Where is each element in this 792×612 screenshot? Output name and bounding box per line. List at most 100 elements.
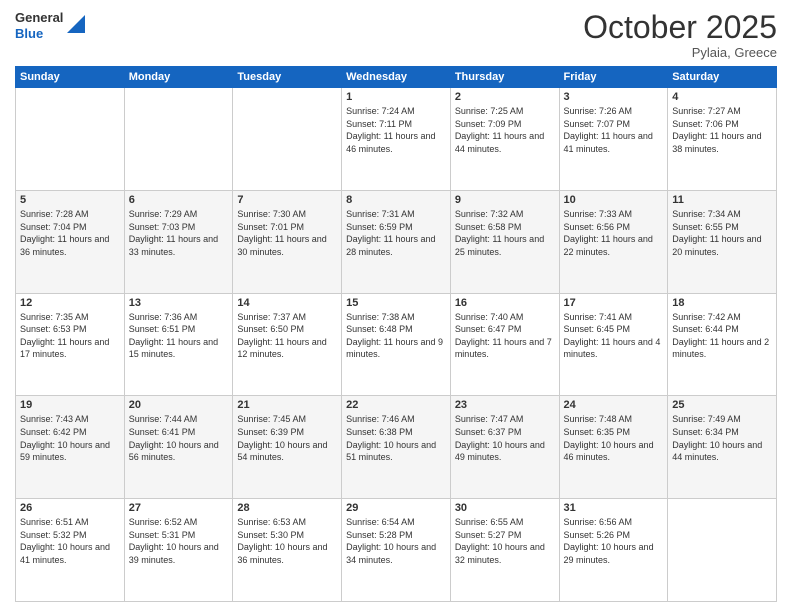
day-number: 31 <box>564 502 664 514</box>
day-cell: 12Sunrise: 7:35 AM Sunset: 6:53 PM Dayli… <box>16 293 125 396</box>
day-info: Sunrise: 7:31 AM Sunset: 6:59 PM Dayligh… <box>346 208 446 258</box>
day-cell: 27Sunrise: 6:52 AM Sunset: 5:31 PM Dayli… <box>124 499 233 602</box>
weekday-header-wednesday: Wednesday <box>342 67 451 88</box>
day-info: Sunrise: 7:45 AM Sunset: 6:39 PM Dayligh… <box>237 413 337 463</box>
day-cell: 9 Sunrise: 7:32 AM Sunset: 6:58 PM Daylig… <box>450 190 559 293</box>
day-number: 4 <box>672 91 772 103</box>
day-info: Sunrise: 7:32 AM Sunset: 6:58 PM Dayligh… <box>455 208 555 258</box>
day-info: Sunrise: 7:41 AM Sunset: 6:45 PM Dayligh… <box>564 311 664 361</box>
day-number: 12 <box>20 297 120 309</box>
day-info: Sunrise: 7:25 AM Sunset: 7:09 PM Dayligh… <box>455 105 555 155</box>
week-row-5: 26Sunrise: 6:51 AM Sunset: 5:32 PM Dayli… <box>16 499 777 602</box>
day-number: 28 <box>237 502 337 514</box>
day-number: 3 <box>564 91 664 103</box>
day-cell: 4 Sunrise: 7:27 AM Sunset: 7:06 PM Daylig… <box>668 88 777 191</box>
weekday-header-monday: Monday <box>124 67 233 88</box>
day-info: Sunrise: 6:53 AM Sunset: 5:30 PM Dayligh… <box>237 516 337 566</box>
day-number: 9 <box>455 194 555 206</box>
day-cell: 1 Sunrise: 7:24 AM Sunset: 7:11 PM Daylig… <box>342 88 451 191</box>
day-info: Sunrise: 7:30 AM Sunset: 7:01 PM Dayligh… <box>237 208 337 258</box>
logo: General Blue <box>15 10 85 41</box>
day-info: Sunrise: 6:52 AM Sunset: 5:31 PM Dayligh… <box>129 516 229 566</box>
weekday-header-thursday: Thursday <box>450 67 559 88</box>
day-cell: 15 Sunrise: 7:38 AM Sunset: 6:48 PM Dayli… <box>342 293 451 396</box>
day-number: 10 <box>564 194 664 206</box>
week-row-3: 12Sunrise: 7:35 AM Sunset: 6:53 PM Dayli… <box>16 293 777 396</box>
day-cell: 26Sunrise: 6:51 AM Sunset: 5:32 PM Dayli… <box>16 499 125 602</box>
day-number: 19 <box>20 399 120 411</box>
day-info: Sunrise: 7:40 AM Sunset: 6:47 PM Dayligh… <box>455 311 555 361</box>
day-cell <box>668 499 777 602</box>
day-info: Sunrise: 7:42 AM Sunset: 6:44 PM Dayligh… <box>672 311 772 361</box>
day-cell: 25 Sunrise: 7:49 AM Sunset: 6:34 PM Dayli… <box>668 396 777 499</box>
day-cell: 28 Sunrise: 6:53 AM Sunset: 5:30 PM Dayli… <box>233 499 342 602</box>
day-number: 1 <box>346 91 446 103</box>
day-cell: 13 Sunrise: 7:36 AM Sunset: 6:51 PM Dayli… <box>124 293 233 396</box>
day-number: 8 <box>346 194 446 206</box>
weekday-header-sunday: Sunday <box>16 67 125 88</box>
day-number: 29 <box>346 502 446 514</box>
day-number: 17 <box>564 297 664 309</box>
day-cell: 16 Sunrise: 7:40 AM Sunset: 6:47 PM Dayli… <box>450 293 559 396</box>
day-info: Sunrise: 7:44 AM Sunset: 6:41 PM Dayligh… <box>129 413 229 463</box>
day-cell: 23Sunrise: 7:47 AM Sunset: 6:37 PM Dayli… <box>450 396 559 499</box>
day-info: Sunrise: 7:28 AM Sunset: 7:04 PM Dayligh… <box>20 208 120 258</box>
day-cell: 3 Sunrise: 7:26 AM Sunset: 7:07 PM Daylig… <box>559 88 668 191</box>
week-row-1: 1 Sunrise: 7:24 AM Sunset: 7:11 PM Daylig… <box>16 88 777 191</box>
logo-triangle-icon <box>67 15 85 33</box>
day-number: 20 <box>129 399 229 411</box>
day-info: Sunrise: 6:51 AM Sunset: 5:32 PM Dayligh… <box>20 516 120 566</box>
day-cell: 22Sunrise: 7:46 AM Sunset: 6:38 PM Dayli… <box>342 396 451 499</box>
day-cell <box>233 88 342 191</box>
day-info: Sunrise: 7:46 AM Sunset: 6:38 PM Dayligh… <box>346 413 446 463</box>
calendar-table: SundayMondayTuesdayWednesdayThursdayFrid… <box>15 66 777 602</box>
header: General Blue October 2025 Pylaia, Greece <box>15 10 777 60</box>
day-info: Sunrise: 7:38 AM Sunset: 6:48 PM Dayligh… <box>346 311 446 361</box>
day-info: Sunrise: 7:36 AM Sunset: 6:51 PM Dayligh… <box>129 311 229 361</box>
week-row-4: 19 Sunrise: 7:43 AM Sunset: 6:42 PM Dayli… <box>16 396 777 499</box>
day-info: Sunrise: 6:55 AM Sunset: 5:27 PM Dayligh… <box>455 516 555 566</box>
day-info: Sunrise: 7:34 AM Sunset: 6:55 PM Dayligh… <box>672 208 772 258</box>
title-section: October 2025 Pylaia, Greece <box>583 10 777 60</box>
day-cell: 6 Sunrise: 7:29 AM Sunset: 7:03 PM Daylig… <box>124 190 233 293</box>
day-info: Sunrise: 6:54 AM Sunset: 5:28 PM Dayligh… <box>346 516 446 566</box>
day-info: Sunrise: 7:37 AM Sunset: 6:50 PM Dayligh… <box>237 311 337 361</box>
day-number: 24 <box>564 399 664 411</box>
day-info: Sunrise: 7:49 AM Sunset: 6:34 PM Dayligh… <box>672 413 772 463</box>
day-cell: 24 Sunrise: 7:48 AM Sunset: 6:35 PM Dayli… <box>559 396 668 499</box>
page: General Blue October 2025 Pylaia, Greece… <box>0 0 792 612</box>
day-number: 16 <box>455 297 555 309</box>
day-cell: 7Sunrise: 7:30 AM Sunset: 7:01 PM Daylig… <box>233 190 342 293</box>
day-info: Sunrise: 7:26 AM Sunset: 7:07 PM Dayligh… <box>564 105 664 155</box>
day-info: Sunrise: 7:47 AM Sunset: 6:37 PM Dayligh… <box>455 413 555 463</box>
day-number: 30 <box>455 502 555 514</box>
day-number: 6 <box>129 194 229 206</box>
day-cell: 31 Sunrise: 6:56 AM Sunset: 5:26 PM Dayli… <box>559 499 668 602</box>
day-number: 5 <box>20 194 120 206</box>
day-number: 11 <box>672 194 772 206</box>
day-info: Sunrise: 7:29 AM Sunset: 7:03 PM Dayligh… <box>129 208 229 258</box>
day-number: 14 <box>237 297 337 309</box>
day-info: Sunrise: 7:24 AM Sunset: 7:11 PM Dayligh… <box>346 105 446 155</box>
week-row-2: 5 Sunrise: 7:28 AM Sunset: 7:04 PM Daylig… <box>16 190 777 293</box>
logo-text: General Blue <box>15 10 63 41</box>
day-info: Sunrise: 7:43 AM Sunset: 6:42 PM Dayligh… <box>20 413 120 463</box>
day-number: 15 <box>346 297 446 309</box>
day-number: 25 <box>672 399 772 411</box>
day-cell <box>124 88 233 191</box>
day-cell: 20 Sunrise: 7:44 AM Sunset: 6:41 PM Dayli… <box>124 396 233 499</box>
location: Pylaia, Greece <box>583 45 777 60</box>
day-info: Sunrise: 6:56 AM Sunset: 5:26 PM Dayligh… <box>564 516 664 566</box>
day-info: Sunrise: 7:33 AM Sunset: 6:56 PM Dayligh… <box>564 208 664 258</box>
day-number: 13 <box>129 297 229 309</box>
weekday-header-saturday: Saturday <box>668 67 777 88</box>
day-cell: 11 Sunrise: 7:34 AM Sunset: 6:55 PM Dayli… <box>668 190 777 293</box>
day-cell: 17 Sunrise: 7:41 AM Sunset: 6:45 PM Dayli… <box>559 293 668 396</box>
day-info: Sunrise: 7:27 AM Sunset: 7:06 PM Dayligh… <box>672 105 772 155</box>
day-cell: 5 Sunrise: 7:28 AM Sunset: 7:04 PM Daylig… <box>16 190 125 293</box>
weekday-header-tuesday: Tuesday <box>233 67 342 88</box>
day-cell: 8 Sunrise: 7:31 AM Sunset: 6:59 PM Daylig… <box>342 190 451 293</box>
day-cell: 14 Sunrise: 7:37 AM Sunset: 6:50 PM Dayli… <box>233 293 342 396</box>
day-info: Sunrise: 7:48 AM Sunset: 6:35 PM Dayligh… <box>564 413 664 463</box>
day-cell: 30 Sunrise: 6:55 AM Sunset: 5:27 PM Dayli… <box>450 499 559 602</box>
